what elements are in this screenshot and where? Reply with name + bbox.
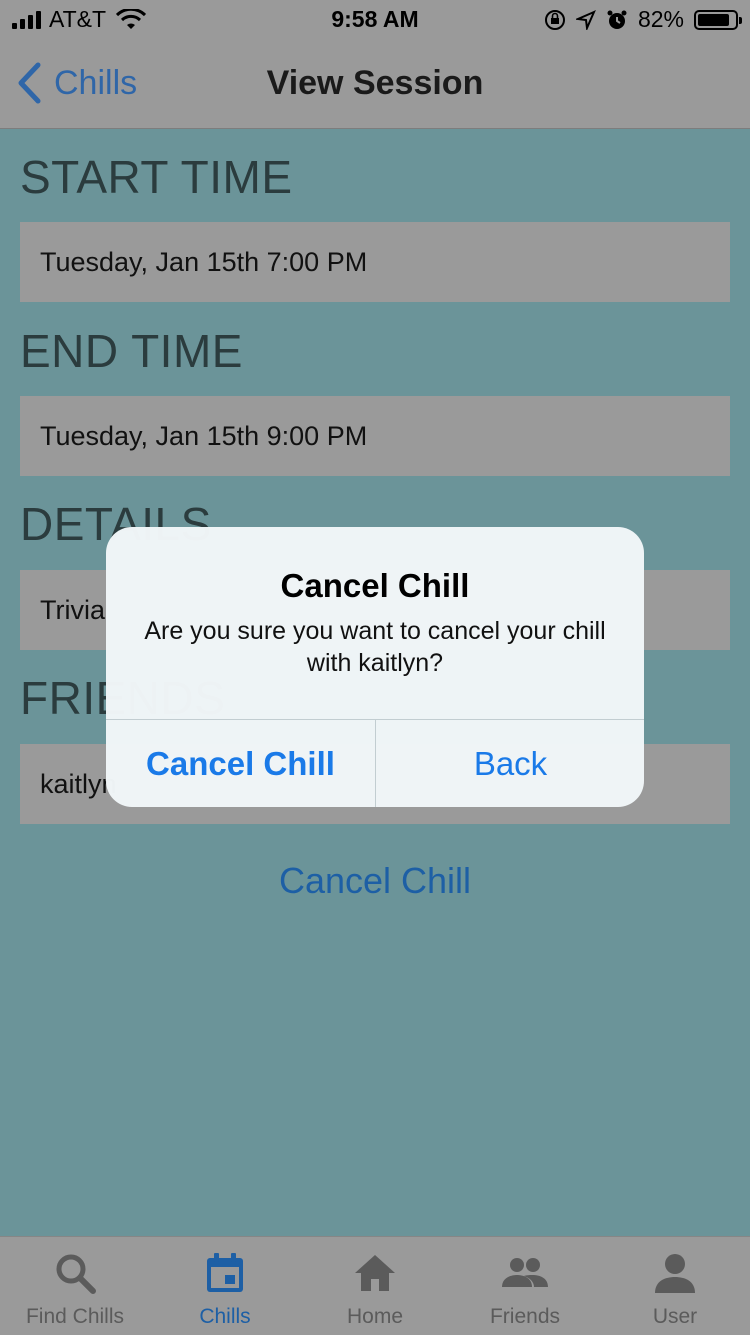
tab-find-chills[interactable]: Find Chills [0, 1237, 150, 1335]
tab-home[interactable]: Home [300, 1237, 450, 1335]
tab-label: Chills [199, 1305, 251, 1328]
tab-label: User [652, 1305, 698, 1328]
alert-message: Are you sure you want to cancel your chi… [144, 617, 606, 677]
tab-label: Find Chills [25, 1305, 125, 1328]
home-icon [355, 1255, 395, 1291]
friends-icon [502, 1258, 548, 1287]
tab-chills[interactable]: Chills [150, 1237, 300, 1335]
calendar-icon [207, 1253, 243, 1292]
search-icon [56, 1254, 96, 1294]
user-icon [655, 1254, 695, 1293]
tab-label: Friends [489, 1305, 561, 1328]
tab-user[interactable]: User [600, 1237, 750, 1335]
tab-label: Home [346, 1305, 404, 1328]
back-alert-button[interactable]: Back [376, 720, 644, 807]
tab-bar: Find Chills Chills Home Friends User [0, 1236, 750, 1335]
cancel-alert-dialog: Cancel Chill Are you sure you want to ca… [106, 527, 644, 807]
tab-friends[interactable]: Friends [450, 1237, 600, 1335]
alert-title: Cancel Chill [280, 567, 470, 604]
confirm-cancel-button[interactable]: Cancel Chill [106, 720, 375, 807]
